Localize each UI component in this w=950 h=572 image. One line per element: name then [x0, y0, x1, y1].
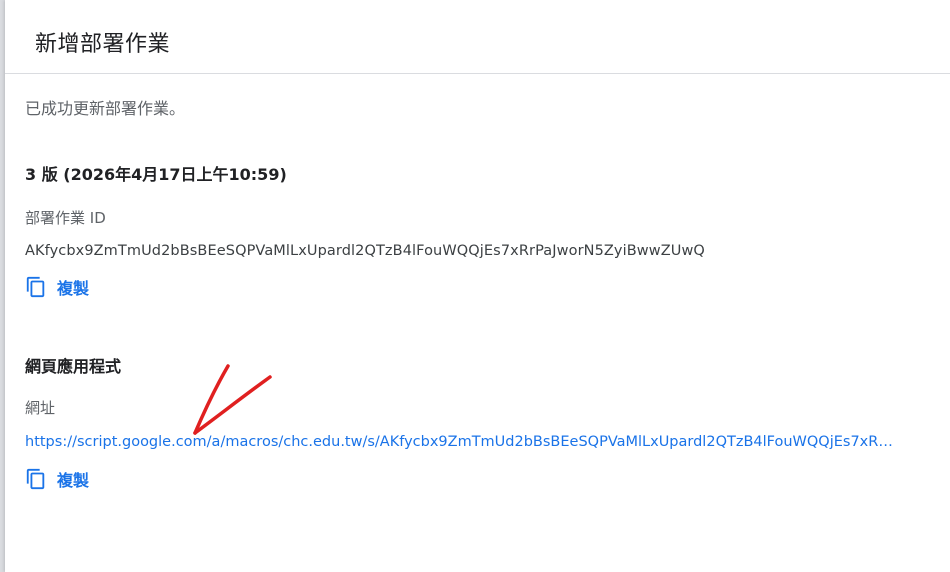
dialog-header: 新增部署作業 — [5, 0, 950, 74]
dialog-title: 新增部署作業 — [35, 32, 171, 57]
web-app-heading: 網頁應用程式 — [25, 357, 122, 376]
copy-label: 複製 — [57, 471, 90, 490]
new-deployment-dialog: 新增部署作業 已成功更新部署作業。 3 版 (2026年4月17日上午10:59… — [5, 0, 950, 572]
copy-icon — [26, 468, 45, 490]
copy-url-button[interactable]: 複製 — [25, 467, 89, 491]
success-message: 已成功更新部署作業。 — [25, 99, 186, 118]
copy-deployment-id-button[interactable]: 複製 — [25, 275, 89, 299]
copy-icon — [26, 276, 45, 298]
deployment-id-label: 部署作業 ID — [25, 209, 106, 227]
web-app-url-link[interactable]: https://script.google.com/a/macros/chc.e… — [25, 434, 937, 450]
deployment-id-value: AKfycbx9ZmTmUd2bBsBEeSQPVaMlLxUpardl2QTz… — [25, 243, 705, 259]
version-heading: 3 版 (2026年4月17日上午10:59) — [25, 165, 287, 184]
copy-label: 複製 — [57, 279, 90, 298]
url-label: 網址 — [25, 399, 56, 417]
